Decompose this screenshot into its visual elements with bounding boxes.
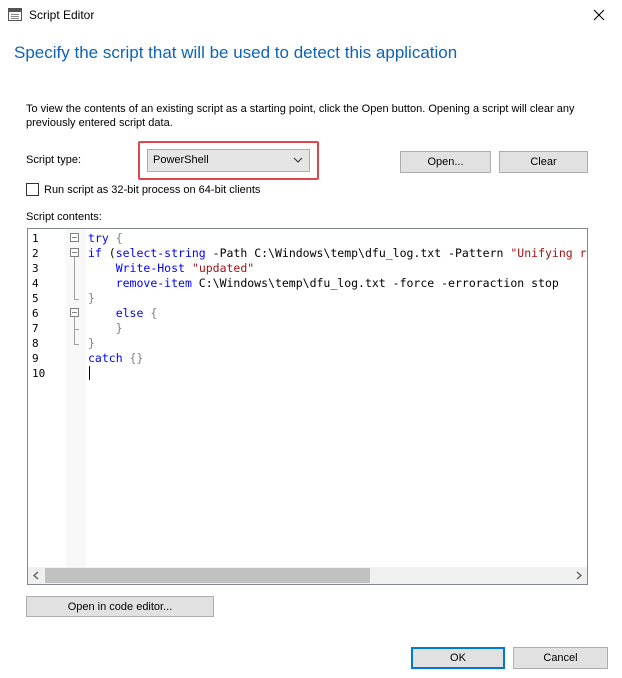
- window-title: Script Editor: [29, 8, 95, 22]
- line-number: 3: [32, 262, 39, 275]
- code-token: }: [88, 291, 95, 305]
- fold-toggle-icon[interactable]: [70, 308, 79, 317]
- chevron-left-icon: [32, 571, 39, 580]
- run-32bit-checkbox[interactable]: [26, 183, 39, 196]
- code-token: remove-item: [115, 276, 192, 290]
- fold-guide-end: [74, 299, 79, 300]
- code-token: (: [101, 246, 116, 260]
- line-number: 10: [32, 367, 46, 380]
- fold-guide-end: [74, 344, 79, 345]
- code-token: try: [88, 231, 109, 245]
- fold-margin: [66, 229, 86, 569]
- open-in-code-editor-button[interactable]: Open in code editor...: [26, 596, 214, 617]
- line-number: 6: [32, 307, 39, 320]
- code-line: }: [88, 291, 95, 306]
- code-token: -Path C:\Windows\temp\dfu_log.txt -Patte…: [205, 246, 511, 260]
- code-token: }: [88, 336, 95, 350]
- code-line: }: [88, 336, 95, 351]
- line-number: 5: [32, 292, 39, 305]
- fold-toggle-icon[interactable]: [70, 233, 79, 242]
- code-token: }: [115, 321, 123, 335]
- code-token: "updated": [191, 261, 255, 275]
- script-type-dropdown[interactable]: PowerShell: [147, 149, 310, 172]
- line-number: 8: [32, 337, 39, 350]
- line-number: 4: [32, 277, 39, 290]
- open-button[interactable]: Open...: [400, 151, 491, 173]
- fold-guide: [74, 257, 75, 300]
- code-token: catch: [88, 351, 123, 365]
- code-token: if: [88, 246, 102, 260]
- chevron-down-icon: [293, 157, 303, 163]
- text-cursor: [89, 366, 90, 380]
- code-line: try {: [88, 231, 123, 246]
- intro-text: To view the contents of an existing scri…: [26, 103, 575, 129]
- close-icon: [593, 9, 605, 21]
- script-editor[interactable]: 1 2 3 4 5 6 7 8 9 10 try {if (select-string -Path…: [27, 228, 588, 585]
- code-token: "Unifying r: [510, 246, 587, 260]
- code-line: catch {}: [88, 351, 143, 366]
- title-bar: Script Editor: [0, 0, 622, 30]
- script-contents-label: Script contents:: [26, 211, 102, 223]
- horizontal-scrollbar[interactable]: [28, 567, 587, 584]
- code-token: else: [115, 306, 144, 320]
- code-line: if (select-string -Path C:\Windows\temp\…: [88, 246, 587, 261]
- ok-button[interactable]: OK: [411, 647, 505, 669]
- code-line: }: [88, 321, 123, 336]
- script-type-label: Script type:: [26, 154, 82, 166]
- code-token: C:\Windows\temp\dfu_log.txt -force -erro…: [191, 276, 559, 290]
- line-number: 1: [32, 232, 39, 245]
- fold-toggle-icon[interactable]: [70, 248, 79, 257]
- script-type-value: PowerShell: [153, 154, 209, 166]
- scrollbar-thumb[interactable]: [45, 568, 370, 583]
- line-number: 9: [32, 352, 39, 365]
- code-token: {: [108, 231, 123, 245]
- scroll-left-button[interactable]: [28, 567, 45, 584]
- code-token: select-string: [115, 246, 206, 260]
- page-heading: Specify the script that will be used to …: [14, 43, 458, 62]
- line-number: 2: [32, 247, 39, 260]
- code-line: remove-item C:\Windows\temp\dfu_log.txt …: [88, 276, 559, 291]
- code-token: {: [143, 306, 158, 320]
- script-editor-icon: [8, 8, 22, 21]
- cancel-button[interactable]: Cancel: [513, 647, 608, 669]
- chevron-right-icon: [576, 571, 583, 580]
- code-area[interactable]: try {if (select-string -Path C:\Windows\…: [86, 229, 587, 569]
- line-number: 7: [32, 322, 39, 335]
- clear-button[interactable]: Clear: [499, 151, 588, 173]
- code-token: Write-Host: [115, 261, 185, 275]
- run-32bit-label[interactable]: Run script as 32-bit process on 64-bit c…: [44, 184, 260, 196]
- scroll-right-button[interactable]: [570, 567, 587, 584]
- code-line: else {: [88, 306, 158, 321]
- close-button[interactable]: [576, 0, 622, 30]
- code-line: Write-Host "updated": [88, 261, 255, 276]
- code-token: {}: [122, 351, 144, 365]
- fold-guide: [74, 330, 75, 344]
